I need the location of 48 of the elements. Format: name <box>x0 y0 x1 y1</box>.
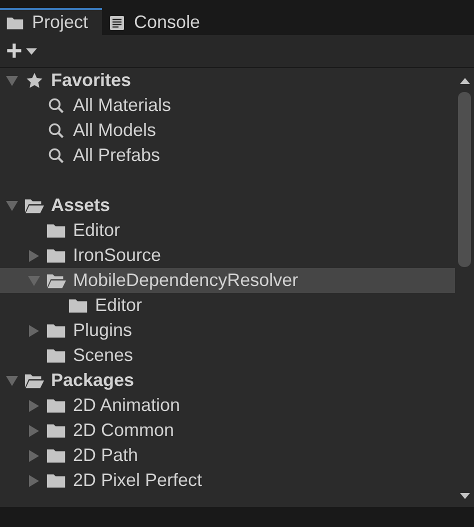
tree-item[interactable]: Assets <box>0 193 455 218</box>
expanded-arrow-icon[interactable] <box>6 200 18 212</box>
tree-item[interactable]: 2D Common <box>0 418 455 443</box>
tree-item[interactable]: Favorites <box>0 68 455 93</box>
folder-icon <box>46 472 67 490</box>
scroll-down-icon[interactable] <box>460 493 470 499</box>
expanded-arrow-icon[interactable] <box>6 374 18 386</box>
collapsed-arrow-icon[interactable] <box>28 324 40 336</box>
expanded-arrow-icon[interactable] <box>28 274 40 286</box>
tree-item[interactable]: Scenes <box>0 343 455 368</box>
collapsed-arrow-icon[interactable] <box>28 450 40 462</box>
folder-icon <box>46 246 67 264</box>
collapsed-arrow-icon[interactable] <box>28 400 40 412</box>
expanded-arrow-icon[interactable] <box>6 74 18 86</box>
collapsed-arrow-icon[interactable] <box>28 424 40 436</box>
tree-item[interactable]: Editor <box>0 293 455 318</box>
open-folder-icon <box>24 196 45 214</box>
tree-item[interactable]: All Prefabs <box>0 143 455 168</box>
folder-icon <box>46 446 67 464</box>
folder-icon <box>46 346 67 364</box>
caret-icon <box>26 48 38 54</box>
tab[interactable]: Project <box>0 8 102 35</box>
console-icon <box>108 14 126 30</box>
star-icon <box>24 72 45 90</box>
open-folder-icon <box>24 372 45 390</box>
scroll-thumb[interactable] <box>458 92 471 267</box>
tree-item[interactable]: Plugins <box>0 318 455 343</box>
folder-icon <box>46 396 67 414</box>
tree-item[interactable]: 2D Pixel Perfect <box>0 468 455 493</box>
tree-item[interactable]: 2D Path <box>0 443 455 468</box>
tree-item[interactable]: Editor <box>0 218 455 243</box>
folder-icon <box>68 296 89 314</box>
add-button[interactable]: + <box>4 37 40 65</box>
folder-icon <box>46 222 67 240</box>
scroll-up-icon[interactable] <box>460 78 470 84</box>
open-folder-icon <box>46 272 67 290</box>
tab[interactable]: Console <box>102 8 220 35</box>
tree-item[interactable]: All Materials <box>0 93 455 118</box>
tree-item[interactable]: All Models <box>0 118 455 143</box>
folder-icon <box>46 322 67 340</box>
folder-icon <box>46 422 67 440</box>
tree-item[interactable]: MobileDependencyResolver <box>0 268 455 293</box>
tree-item[interactable]: 2D Animation <box>0 393 455 418</box>
folder-icon <box>6 14 24 30</box>
tree-item[interactable]: IronSource <box>0 243 455 268</box>
collapsed-arrow-icon[interactable] <box>28 474 40 486</box>
tree-item[interactable]: Packages <box>0 368 455 393</box>
collapsed-arrow-icon[interactable] <box>28 250 40 262</box>
